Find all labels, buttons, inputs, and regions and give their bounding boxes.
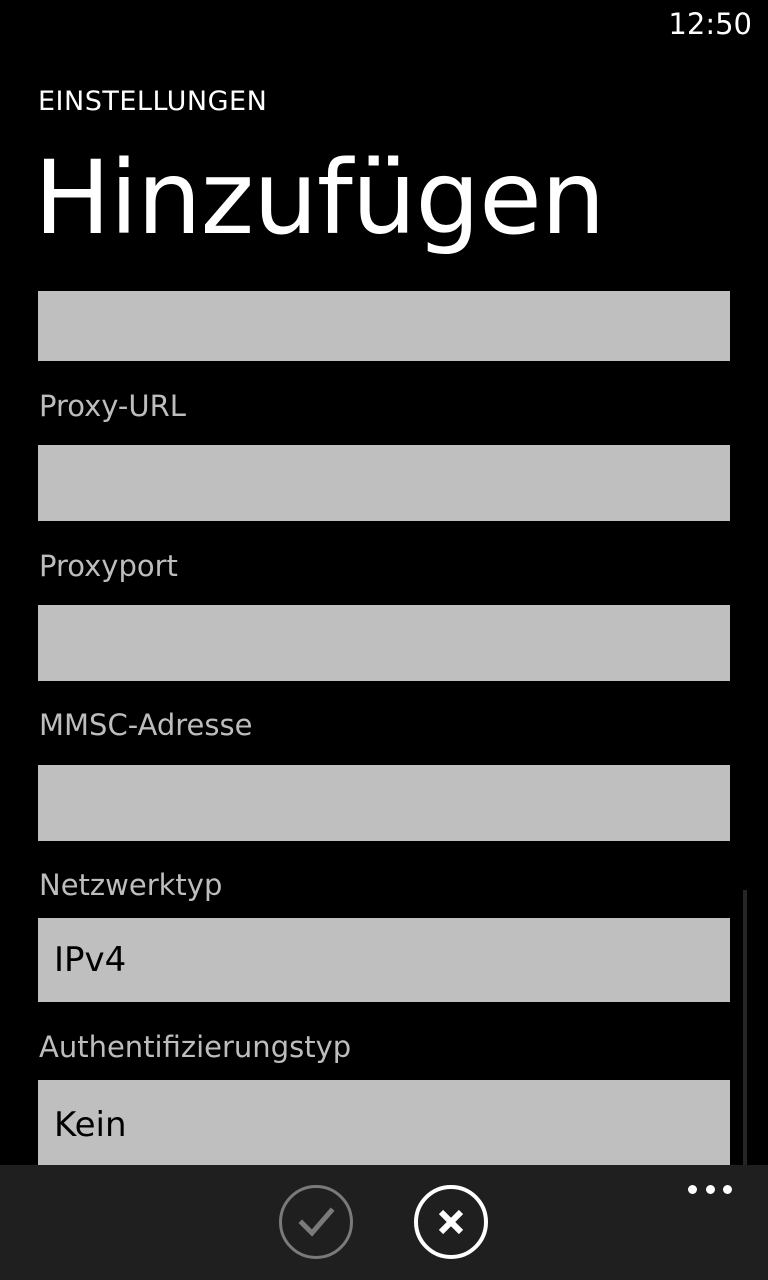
checkmark-icon bbox=[298, 1207, 335, 1237]
auth-type-value: Kein bbox=[54, 1105, 127, 1145]
network-type-label: Netzwerktyp bbox=[39, 868, 223, 902]
dot bbox=[688, 1184, 697, 1194]
network-type-value: IPv4 bbox=[54, 940, 127, 980]
dot bbox=[705, 1184, 715, 1194]
close-icon bbox=[438, 1209, 464, 1235]
save-button[interactable] bbox=[279, 1185, 353, 1259]
auth-type-label: Authentifizierungstyp bbox=[39, 1030, 352, 1064]
proxy-url-input[interactable] bbox=[38, 445, 730, 521]
mmsc-address-input[interactable] bbox=[38, 765, 730, 841]
apn-field-partial[interactable] bbox=[38, 291, 730, 361]
page-title: Hinzufügen bbox=[34, 139, 606, 258]
more-dots-icon[interactable] bbox=[688, 1183, 732, 1195]
proxy-url-label: Proxy-URL bbox=[39, 389, 186, 423]
cancel-button[interactable] bbox=[414, 1185, 488, 1259]
screen: 12:50 EINSTELLUNGEN Hinzufügen Proxy-URL… bbox=[0, 0, 768, 1280]
status-bar-time: 12:50 bbox=[668, 7, 752, 41]
proxy-port-input[interactable] bbox=[38, 605, 730, 681]
app-title: EINSTELLUNGEN bbox=[38, 86, 268, 117]
auth-type-picker[interactable]: Kein bbox=[38, 1080, 730, 1170]
scroll-indicator[interactable] bbox=[743, 890, 747, 1166]
dot bbox=[723, 1184, 732, 1194]
network-type-picker[interactable]: IPv4 bbox=[38, 918, 730, 1002]
proxy-port-label: Proxyport bbox=[39, 549, 178, 583]
mmsc-address-label: MMSC-Adresse bbox=[39, 708, 253, 742]
app-bar bbox=[0, 1165, 768, 1280]
